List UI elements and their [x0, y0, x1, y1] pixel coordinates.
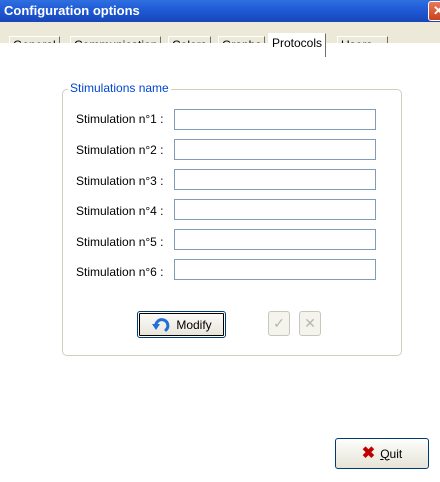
quit-label: Quit	[380, 446, 403, 461]
stimulation-4-input[interactable]	[174, 199, 376, 220]
tab-strip: General Communication Colors Graphs Prot…	[0, 22, 440, 57]
undo-arrow-icon	[152, 317, 170, 331]
cancel-button[interactable]: ✕	[299, 311, 321, 336]
cross-icon: ✕	[304, 315, 316, 331]
stimulation-6-input[interactable]	[174, 259, 376, 280]
stimulation-5-label: Stimulation n°5 :	[76, 235, 164, 249]
stimulation-3-input[interactable]	[174, 169, 376, 190]
stimulation-6-label: Stimulation n°6 :	[76, 265, 164, 279]
window-title: Configuration options	[4, 3, 140, 18]
close-icon: ✕	[433, 3, 440, 18]
stimulation-4-label: Stimulation n°4 :	[76, 204, 164, 218]
group-title: Stimulations name	[68, 81, 171, 95]
stimulation-1-label: Stimulation n°1 :	[76, 112, 164, 126]
tab-protocols[interactable]: Protocols	[268, 33, 327, 57]
title-bar: Configuration options ✕	[0, 0, 440, 22]
quit-button[interactable]: ✖ Quit	[335, 438, 429, 469]
stimulation-2-input[interactable]	[174, 139, 376, 160]
stimulation-5-input[interactable]	[174, 229, 376, 250]
x-icon: ✖	[361, 444, 376, 462]
close-button[interactable]: ✕	[428, 1, 440, 21]
check-icon: ✓	[273, 315, 285, 331]
stimulation-1-input[interactable]	[174, 109, 376, 130]
modify-button[interactable]: Modify	[137, 311, 226, 338]
validate-button[interactable]: ✓	[268, 311, 290, 336]
modify-label: Modify	[176, 317, 212, 332]
stimulation-2-label: Stimulation n°2 :	[76, 143, 164, 157]
stimulation-3-label: Stimulation n°3 :	[76, 174, 164, 188]
